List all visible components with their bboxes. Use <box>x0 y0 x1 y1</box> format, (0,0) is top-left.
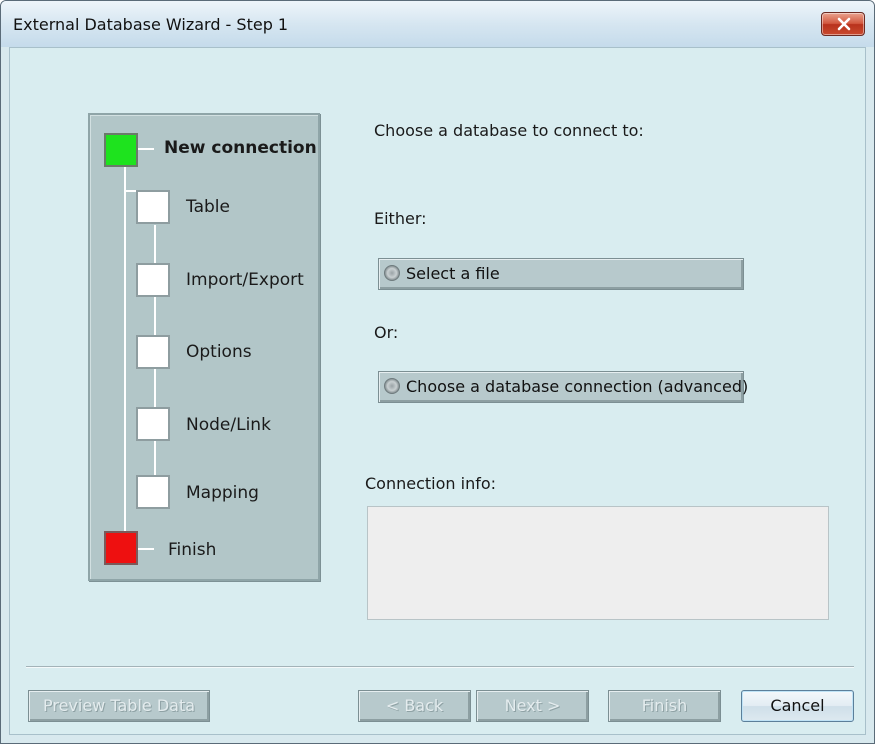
step-label-table: Table <box>186 197 230 217</box>
footer-separator <box>26 666 854 668</box>
step-indicator-new-connection <box>104 133 138 167</box>
select-file-label: Select a file <box>406 264 500 283</box>
next-button[interactable]: Next > <box>476 690 589 722</box>
steps-connector <box>138 148 154 150</box>
cancel-button[interactable]: Cancel <box>741 690 854 722</box>
step-indicator-options <box>136 335 170 369</box>
connection-info-label: Connection info: <box>365 474 497 493</box>
select-file-button[interactable]: Select a file <box>378 258 744 290</box>
steps-panel: New connection Table Import/Export Optio… <box>88 113 320 581</box>
step-indicator-finish <box>104 531 138 565</box>
back-button[interactable]: < Back <box>358 690 471 722</box>
finish-button[interactable]: Finish <box>608 690 721 722</box>
step-indicator-table <box>136 190 170 224</box>
step-indicator-mapping <box>136 475 170 509</box>
or-label: Or: <box>374 323 399 342</box>
step-indicator-node-link <box>136 407 170 441</box>
step-label-options: Options <box>186 342 252 362</box>
step-label-mapping: Mapping <box>186 483 259 503</box>
prompt-label: Choose a database to connect to: <box>374 121 644 140</box>
radio-icon <box>384 265 400 281</box>
connection-info-box <box>367 506 829 620</box>
wizard-body: New connection Table Import/Export Optio… <box>9 47 866 735</box>
window-title: External Database Wizard - Step 1 <box>13 15 289 34</box>
title-bar[interactable]: External Database Wizard - Step 1 <box>1 1 874 47</box>
step-indicator-import-export <box>136 263 170 297</box>
database-connection-label: Choose a database connection (advanced) <box>406 377 749 396</box>
steps-connector <box>138 548 154 550</box>
steps-connector-main <box>124 167 126 552</box>
database-connection-button[interactable]: Choose a database connection (advanced) <box>378 371 748 403</box>
close-icon <box>837 17 851 31</box>
step-label-node-link: Node/Link <box>186 415 271 435</box>
radio-icon <box>384 378 400 394</box>
step-label-import-export: Import/Export <box>186 270 304 290</box>
step-label-finish: Finish <box>168 540 217 560</box>
step-label-new-connection: New connection <box>164 138 317 158</box>
close-button[interactable] <box>821 12 865 36</box>
wizard-window: External Database Wizard - Step 1 New co… <box>0 0 875 744</box>
either-label: Either: <box>374 209 427 228</box>
preview-table-data-button[interactable]: Preview Table Data <box>28 690 210 722</box>
